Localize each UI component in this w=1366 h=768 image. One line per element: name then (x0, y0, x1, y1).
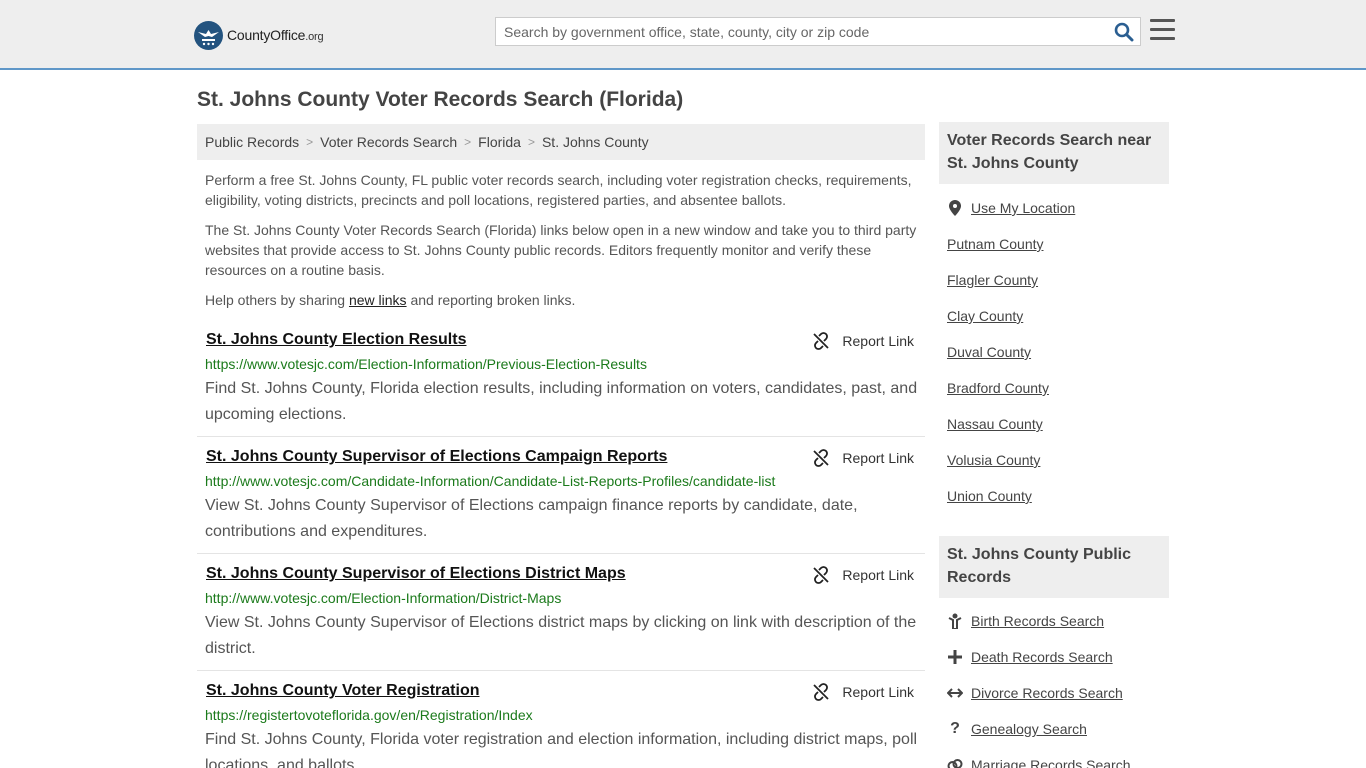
nearby-county-item: Volusia County (947, 452, 1040, 468)
use-my-location-link[interactable]: Use My Location (971, 200, 1075, 216)
result-title-link[interactable]: St. Johns County Election Results (206, 331, 466, 349)
records-item: Divorce Records Search (947, 685, 1123, 701)
cross-icon (947, 649, 963, 665)
result-item: St. Johns County Election Results Report… (197, 331, 925, 437)
intro-paragraph: Perform a free St. Johns County, FL publ… (205, 172, 912, 208)
breadcrumb-public-records[interactable]: Public Records (205, 134, 299, 150)
result-title-link[interactable]: St. Johns County Voter Registration (206, 682, 480, 700)
nearby-heading: Voter Records Search near St. Johns Coun… (939, 122, 1169, 184)
divorce-records-link[interactable]: Divorce Records Search (971, 685, 1123, 701)
report-link-label: Report Link (842, 567, 914, 583)
nearby-county-item: Nassau County (947, 416, 1043, 432)
nearby-county-link[interactable]: Duval County (947, 344, 1031, 360)
report-link-button[interactable]: Report Link (812, 566, 914, 584)
nearby-county-item: Bradford County (947, 380, 1049, 396)
broken-link-icon (813, 683, 830, 701)
result-item: St. Johns County Supervisor of Elections… (197, 448, 925, 554)
share-links-note: Help others by sharing new links and rep… (197, 290, 925, 310)
site-logo[interactable]: CountyOffice.org (194, 20, 324, 50)
broken-link-icon (813, 449, 830, 467)
page-title: St. Johns County Voter Records Search (F… (197, 88, 684, 111)
report-link-label: Report Link (842, 684, 914, 700)
result-url[interactable]: http://www.votesjc.com/Candidate-Informa… (205, 473, 775, 489)
logo-name: CountyOffice (227, 27, 306, 43)
nearby-county-link[interactable]: Flagler County (947, 272, 1038, 288)
result-description: Find St. Johns County, Florida voter reg… (205, 731, 918, 768)
breadcrumb-separator: > (527, 135, 535, 149)
result-title-link[interactable]: St. Johns County Supervisor of Elections… (206, 448, 667, 466)
result-item: St. Johns County Supervisor of Elections… (197, 565, 925, 671)
hamburger-menu-icon[interactable] (1150, 19, 1175, 41)
nearby-county-link[interactable]: Clay County (947, 308, 1023, 324)
nearby-county-link[interactable]: Volusia County (947, 452, 1040, 468)
nearby-county-item: Putnam County (947, 236, 1044, 252)
records-item: Birth Records Search (947, 613, 1104, 629)
breadcrumb-separator: > (464, 135, 472, 149)
result-url[interactable]: http://www.votesjc.com/Election-Informat… (205, 590, 561, 606)
split-arrows-icon (947, 685, 963, 701)
map-pin-icon (947, 200, 963, 216)
nearby-county-link[interactable]: Nassau County (947, 416, 1043, 432)
search-input[interactable] (496, 18, 1106, 45)
nearby-county-link[interactable]: Putnam County (947, 236, 1044, 252)
marriage-records-link[interactable]: Marriage Records Search (971, 757, 1131, 768)
intro-paragraph: The St. Johns County Voter Records Searc… (205, 222, 917, 278)
question-icon: ? (950, 720, 960, 737)
report-link-button[interactable]: Report Link (812, 449, 914, 467)
result-url[interactable]: https://registertovoteflorida.gov/en/Reg… (205, 707, 533, 723)
result-url[interactable]: https://www.votesjc.com/Election-Informa… (205, 356, 647, 372)
records-item: Marriage Records Search (947, 757, 1131, 768)
site-header: CountyOffice.org (0, 0, 1366, 70)
search-box (495, 17, 1141, 46)
report-link-button[interactable]: Report Link (812, 332, 914, 350)
genealogy-search-link[interactable]: Genealogy Search (971, 721, 1087, 737)
nearby-county-link[interactable]: Bradford County (947, 380, 1049, 396)
result-description: View St. Johns County Supervisor of Elec… (205, 614, 917, 657)
nearby-county-item: Union County (947, 488, 1032, 504)
search-icon[interactable] (1114, 22, 1134, 42)
breadcrumb-separator: > (306, 135, 314, 149)
result-title-link[interactable]: St. Johns County Supervisor of Elections… (206, 565, 626, 583)
result-description: Find St. Johns County, Florida election … (205, 380, 918, 423)
rings-icon (947, 757, 963, 768)
nearby-county-item: Clay County (947, 308, 1023, 324)
result-item: St. Johns County Voter Registration Repo… (197, 682, 925, 768)
broken-link-icon (813, 332, 830, 350)
nearby-county-item: Flagler County (947, 272, 1038, 288)
logo-text: CountyOffice.org (227, 27, 324, 43)
share-text: Help others by sharing (205, 292, 349, 308)
records-item: ? Genealogy Search (947, 720, 1087, 737)
breadcrumb-voter-records-search[interactable]: Voter Records Search (320, 134, 457, 150)
nearby-county-item: Duval County (947, 344, 1031, 360)
breadcrumb-florida[interactable]: Florida (478, 134, 521, 150)
logo-tld: .org (305, 31, 324, 43)
breadcrumb: Public Records > Voter Records Search > … (197, 124, 925, 160)
result-description: View St. Johns County Supervisor of Elec… (205, 497, 858, 540)
child-icon (947, 613, 963, 629)
death-records-link[interactable]: Death Records Search (971, 649, 1113, 665)
use-my-location-item: Use My Location (947, 200, 1075, 216)
report-link-label: Report Link (842, 333, 914, 349)
nearby-county-link[interactable]: Union County (947, 488, 1032, 504)
breadcrumb-st-johns-county[interactable]: St. Johns County (542, 134, 649, 150)
share-text: and reporting broken links. (406, 292, 576, 308)
intro: Perform a free St. Johns County, FL publ… (197, 170, 925, 310)
main-content: Perform a free St. Johns County, FL publ… (197, 170, 925, 768)
report-link-label: Report Link (842, 450, 914, 466)
records-item: Death Records Search (947, 649, 1113, 665)
public-records-heading: St. Johns County Public Records (939, 536, 1169, 598)
report-link-button[interactable]: Report Link (812, 683, 914, 701)
birth-records-link[interactable]: Birth Records Search (971, 613, 1104, 629)
broken-link-icon (813, 566, 830, 584)
logo-eagle-icon (194, 20, 223, 50)
new-links-link[interactable]: new links (349, 292, 407, 308)
